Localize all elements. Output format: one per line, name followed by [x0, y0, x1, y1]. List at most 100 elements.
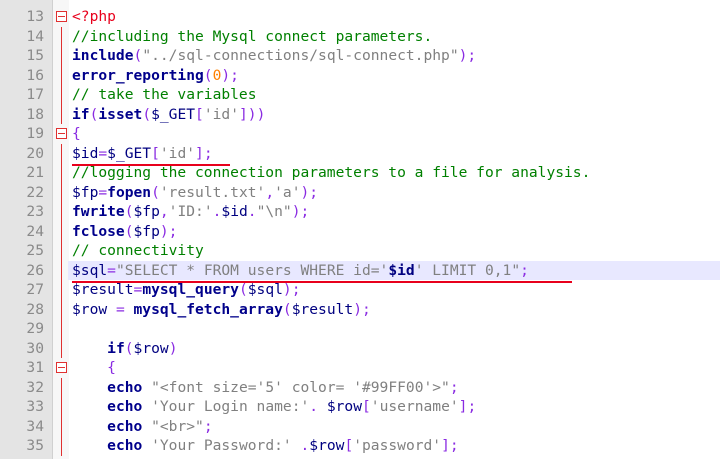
line-number: 34	[26, 417, 44, 435]
code-line[interactable]: 28 $row = mysql_fetch_array($result);	[0, 299, 720, 320]
line-text: //including the Mysql connect parameters…	[72, 27, 432, 47]
code-token: if	[107, 339, 125, 357]
line-text: fwrite($fp,'ID:'.$id."\n");	[72, 202, 309, 222]
fold-toggle-icon[interactable]	[55, 358, 68, 378]
line-text: echo "<br>";	[72, 417, 212, 437]
code-token: echo	[107, 437, 143, 454]
code-token: =	[98, 183, 108, 201]
code-line[interactable]: 24 fclose($fp);	[0, 221, 720, 242]
line-text: // take the variables	[72, 85, 257, 105]
line-text: echo 'Your Login name:'. $row['username'…	[72, 397, 476, 417]
code-line[interactable]: 17 // take the variables	[0, 85, 720, 105]
code-token: 'result.txt'	[159, 183, 266, 201]
fold-line-icon	[55, 221, 68, 242]
line-number: 30	[26, 339, 44, 357]
code-line[interactable]: 16 error_reporting(0);	[0, 65, 720, 86]
code-token: ,	[159, 203, 169, 220]
code-token: if	[72, 105, 90, 123]
code-token: $id	[221, 203, 248, 220]
line-number: 25	[26, 242, 44, 259]
code-line[interactable]: 29	[0, 319, 720, 339]
code-token: 'username'	[370, 398, 459, 415]
line-text: echo 'Your Password:' .$row['password'];	[72, 436, 459, 456]
line-number: 32	[26, 378, 44, 396]
code-token: 'a'	[274, 183, 301, 201]
code-line[interactable]: 30 if($row)	[0, 338, 720, 359]
code-token: $fp	[72, 183, 99, 201]
code-token: isset	[98, 105, 143, 123]
code-token: (	[124, 203, 134, 220]
code-token: $fp	[133, 222, 160, 240]
code-token: (	[133, 47, 143, 64]
code-line[interactable]: 25 // connectivity	[0, 241, 720, 261]
code-token: ]))	[239, 105, 266, 123]
code-token: (	[151, 183, 160, 201]
code-line[interactable]: 18 if(isset($_GET['id']))	[0, 104, 720, 125]
line-number: 18	[26, 105, 44, 123]
code-area[interactable]: 13 <?php 14 //including the Mysql connect p…	[0, 7, 720, 456]
code-token: );	[458, 47, 477, 64]
code-token: $id	[388, 261, 415, 279]
code-token: {	[72, 125, 81, 142]
fold-line-icon	[55, 319, 68, 339]
line-text: if($row)	[72, 339, 177, 359]
code-line[interactable]: 31 {	[0, 358, 720, 378]
fold-line-icon	[55, 163, 68, 183]
annotation-underline-sql-query	[72, 281, 572, 283]
code-line[interactable]: 22 $fp=fopen('result.txt','a');	[0, 182, 720, 203]
line-number: 24	[26, 222, 44, 240]
code-line[interactable]: 32 echo "<font size='5' color= '#99FF00'…	[0, 377, 720, 398]
code-line[interactable]: 33 echo 'Your Login name:'. $row['userna…	[0, 397, 720, 417]
fold-line-icon	[55, 104, 68, 125]
line-number: 31	[26, 359, 44, 376]
line-number: 16	[26, 66, 44, 84]
code-token: {	[72, 359, 116, 376]
code-token: [	[344, 437, 354, 454]
code-token: $row	[326, 398, 362, 415]
code-line[interactable]: 34 echo "<br>";	[0, 416, 720, 437]
fold-line-icon	[55, 397, 68, 417]
code-token: 'password'	[353, 437, 442, 454]
fold-line-icon	[55, 26, 68, 47]
code-line[interactable]: 26 $sql="SELECT * FROM users WHERE id='$i…	[0, 260, 720, 281]
line-number: 27	[26, 281, 44, 298]
code-token: mysql_fetch_array	[133, 300, 283, 318]
line-text: // connectivity	[72, 241, 204, 261]
code-line[interactable]: 15 include("../sql-connections/sql-connec…	[0, 46, 720, 66]
code-token: ' LIMIT 0,1"	[414, 261, 521, 279]
fold-toggle-icon[interactable]	[55, 7, 68, 27]
code-token: $result	[291, 300, 354, 318]
fold-line-icon	[55, 260, 68, 281]
fold-line-icon	[55, 436, 68, 456]
code-token: "../sql-connections/sql-connect.php"	[142, 47, 459, 64]
code-line[interactable]: 14 //including the Mysql connect paramete…	[0, 26, 720, 47]
code-line[interactable]: 23 fwrite($fp,'ID:'.$id."\n");	[0, 202, 720, 222]
code-token: //logging the connection parameters to a…	[72, 164, 591, 181]
code-line[interactable]: 13 <?php	[0, 7, 720, 27]
code-token: ];	[441, 437, 459, 454]
code-token: $_GET	[107, 144, 152, 162]
line-text: include("../sql-connections/sql-connect.…	[72, 46, 476, 66]
line-text: fclose($fp);	[72, 222, 177, 242]
code-token: 'id'	[159, 144, 196, 162]
code-token: );	[291, 203, 310, 220]
code-token: =	[107, 300, 134, 318]
fold-line-icon	[55, 143, 68, 164]
code-token: include	[72, 47, 134, 64]
code-line[interactable]: 19 {	[0, 124, 720, 144]
code-line[interactable]: 20 $id=$_GET['id'];	[0, 143, 720, 164]
code-token: $sql	[72, 261, 108, 279]
code-line[interactable]: 35 echo 'Your Password:' .$row['password…	[0, 436, 720, 456]
line-number: 21	[26, 164, 44, 181]
line-number: 23	[26, 203, 44, 220]
code-token: //including the Mysql connect parameters…	[72, 27, 433, 45]
code-token: error_reporting	[72, 66, 204, 84]
code-editor[interactable]: 13 <?php 14 //including the Mysql connect p…	[0, 0, 720, 459]
fold-toggle-icon[interactable]	[55, 124, 68, 144]
code-token: ];	[195, 144, 213, 162]
code-token: $fp	[133, 203, 160, 220]
line-text: if(isset($_GET['id']))	[72, 105, 265, 125]
